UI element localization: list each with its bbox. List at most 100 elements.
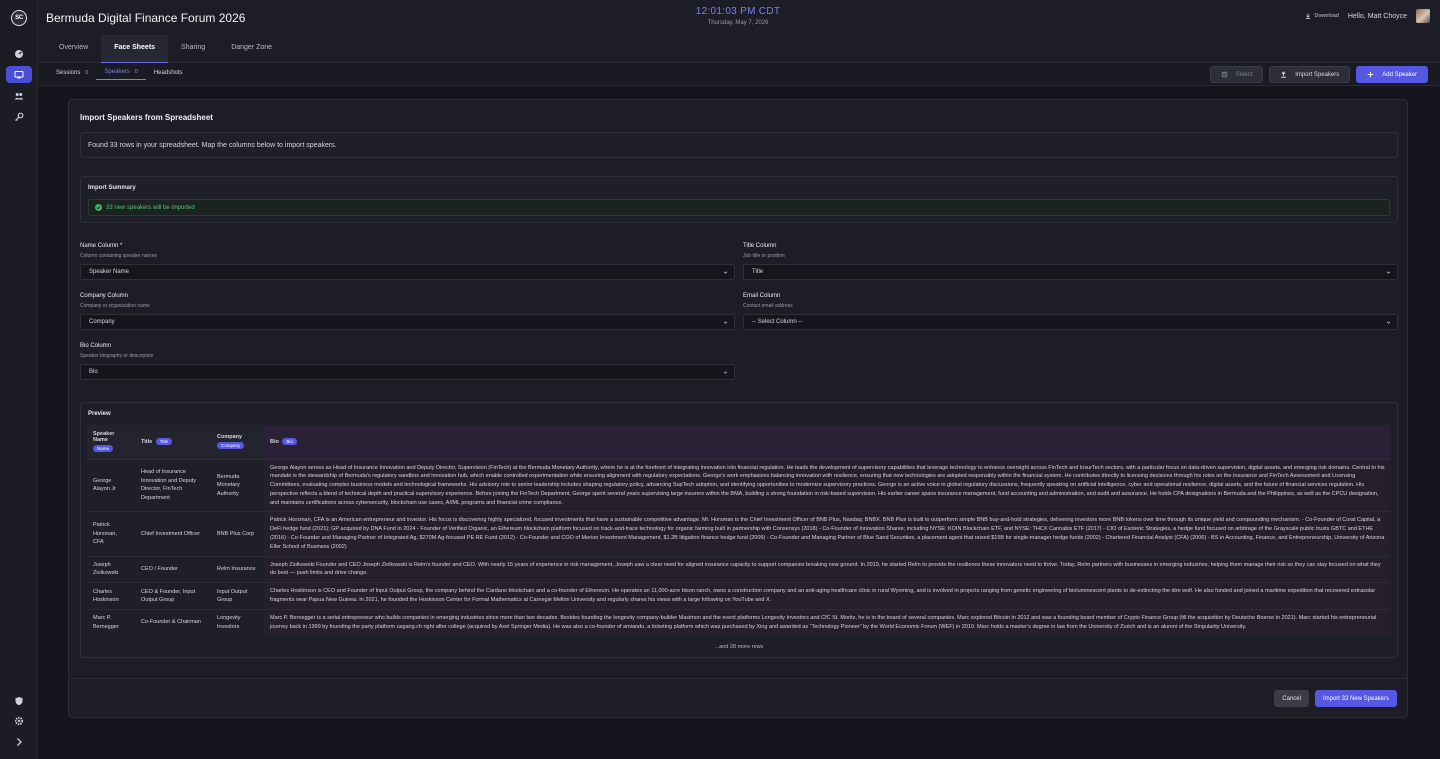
name-column-select[interactable]: Speaker Name: [80, 264, 735, 280]
cell-bio: Marc P. Bernegger is a serial entreprene…: [264, 608, 1391, 636]
table-row: Patrick Horsman, CFA Chief Investment Of…: [87, 511, 1391, 557]
name-column-label: Name Column *: [80, 243, 123, 249]
title-column-select[interactable]: Title: [743, 264, 1398, 280]
name-column-help: Column containing speaker names: [80, 253, 157, 259]
cell-title: CEO & Founder, Input Output Group: [135, 582, 211, 610]
cell-name: Marc P. Bernegger: [87, 608, 135, 636]
cell-company: Longevity Investors: [211, 608, 264, 636]
cell-name: Joseph Ziolkowski: [87, 555, 135, 583]
email-column-select[interactable]: -- Select Column --: [743, 314, 1398, 330]
chevron-down-icon: [1386, 321, 1391, 324]
mapped-chip: Company: [217, 442, 245, 450]
check-circle-icon: [95, 204, 102, 211]
import-summary: Import Summary 33 new speakers will be i…: [80, 176, 1398, 223]
subtab-speakers-label: Speakers: [104, 69, 130, 75]
company-column-label: Company Column: [80, 293, 129, 299]
cell-company: Input Output Group: [211, 582, 264, 610]
cell-name: Charles Hoskinson: [87, 582, 135, 610]
cell-bio: Charles Hoskinson is CEO and Founder of …: [264, 582, 1391, 610]
import-title: Import Speakers from Spreadsheet: [80, 113, 213, 122]
sub-navigation: Sessions 0 Speakers 0 Headshots Select I…: [38, 63, 1440, 86]
select-button[interactable]: Select: [1209, 66, 1264, 83]
add-speaker-label: Add Speaker: [1382, 71, 1417, 78]
import-speakers-button[interactable]: Import Speakers: [1269, 66, 1351, 83]
user-greeting[interactable]: Hello, Matt Choyce: [1348, 13, 1407, 20]
download-label: Download: [1314, 13, 1339, 19]
more-rows-note: ...and 28 more rows: [714, 644, 764, 650]
table-row: Joseph Ziolkowski CEO / Founder Relm Ins…: [87, 555, 1391, 583]
cell-company: Bermuda Monetary Authority: [211, 458, 264, 512]
tab-face-sheets[interactable]: Face Sheets: [101, 35, 169, 63]
cell-name: Patrick Horsman, CFA: [87, 511, 135, 557]
header-company: Company Company: [211, 425, 264, 459]
monitor-icon[interactable]: [6, 66, 32, 83]
email-column-value: -- Select Column --: [752, 319, 803, 325]
chevron-right-icon[interactable]: [6, 733, 32, 750]
header-company-label: Company: [217, 434, 243, 441]
header-bio: Bio Bio: [264, 425, 1391, 459]
avatar[interactable]: [1416, 9, 1430, 23]
table-row: George Alayon Jr Head of Insurance Innov…: [87, 458, 1391, 512]
tab-danger-zone[interactable]: Danger Zone: [218, 35, 285, 63]
bio-column-select[interactable]: Bio: [80, 364, 735, 380]
bio-column-help: Speaker biography or description: [80, 353, 154, 359]
title-column-help: Job title or position: [743, 253, 785, 259]
table-header-row: Speaker Name Name Title Title Company Co…: [87, 425, 1391, 459]
cell-company: BNB Plus Corp: [211, 511, 264, 557]
company-column-value: Company: [89, 319, 115, 325]
page-title: Bermuda Digital Finance Forum 2026: [46, 11, 246, 25]
cell-title: CEO / Founder: [135, 555, 211, 583]
sessions-count: 0: [85, 69, 89, 76]
summary-message-text: 33 new speakers will be imported: [106, 204, 195, 211]
cell-company: Relm Insurance: [211, 555, 264, 583]
tab-overview[interactable]: Overview: [46, 35, 101, 63]
title-column-field: Title Column Job title or position Title: [743, 243, 1398, 280]
header-title: Title Title: [135, 425, 211, 459]
download-button[interactable]: Download: [1305, 13, 1339, 19]
subtab-speakers[interactable]: Speakers 0: [96, 69, 146, 80]
users-icon[interactable]: [6, 87, 32, 104]
subtab-headshots-label: Headshots: [153, 69, 183, 76]
dashboard-icon[interactable]: [6, 45, 32, 62]
cell-title: Head of Insurance Innovation and Deputy …: [135, 458, 211, 512]
main-tabs: Overview Face Sheets Sharing Danger Zone: [46, 35, 285, 63]
upload-icon: [1281, 71, 1287, 78]
clock: 12:01:03 PM CDT Thursday, May 7, 2026: [688, 6, 788, 26]
chevron-down-icon: [723, 321, 728, 324]
download-icon: [1306, 13, 1311, 19]
shield-icon[interactable]: [6, 692, 32, 709]
name-column-field: Name Column * Column containing speaker …: [80, 243, 735, 280]
header-speaker-name: Speaker Name Name: [87, 425, 135, 459]
mapped-chip: Name: [93, 445, 114, 453]
header-title-label: Title: [141, 439, 153, 446]
title-column-value: Title: [752, 269, 764, 275]
speakers-count: 0: [134, 69, 138, 75]
summary-title: Import Summary: [88, 185, 136, 191]
mapped-chip: Title: [155, 438, 173, 446]
header-speaker-name-label: Speaker Name: [93, 431, 115, 444]
import-speakers-label: Import Speakers: [1295, 71, 1340, 78]
found-rows-message: Found 33 rows in your spreadsheet. Map t…: [80, 132, 1398, 158]
company-column-select[interactable]: Company: [80, 314, 735, 330]
add-speaker-button[interactable]: Add Speaker: [1356, 66, 1428, 83]
clock-date: Thursday, May 7, 2026: [707, 20, 769, 26]
preview-title: Preview: [88, 411, 111, 417]
gear-icon[interactable]: [6, 712, 32, 729]
cell-bio: George Alayon serves as Head of Insuranc…: [264, 458, 1391, 512]
tab-sharing[interactable]: Sharing: [168, 35, 218, 63]
bio-column-value: Bio: [89, 369, 98, 375]
app-logo[interactable]: SC: [11, 10, 27, 26]
import-new-speakers-button[interactable]: Import 33 New Speakers: [1314, 690, 1397, 707]
cell-bio: Joseph Ziolkowski Founder and CEO Joseph…: [264, 555, 1391, 583]
chevron-down-icon: [723, 371, 728, 374]
subtab-sessions[interactable]: Sessions 0: [48, 69, 96, 80]
cell-bio: Patrick Horsman, CFA is an American entr…: [264, 511, 1391, 557]
divider: [69, 678, 1407, 679]
key-icon[interactable]: [6, 108, 32, 125]
cancel-button[interactable]: Cancel: [1274, 690, 1309, 707]
cell-title: Chief Investment Officer: [135, 511, 211, 557]
cell-title: Co-Founder & Chairman: [135, 608, 211, 636]
subtab-headshots[interactable]: Headshots: [146, 69, 191, 80]
chevron-down-icon: [1386, 271, 1391, 274]
preview-table: Speaker Name Name Title Title Company Co…: [87, 425, 1391, 636]
